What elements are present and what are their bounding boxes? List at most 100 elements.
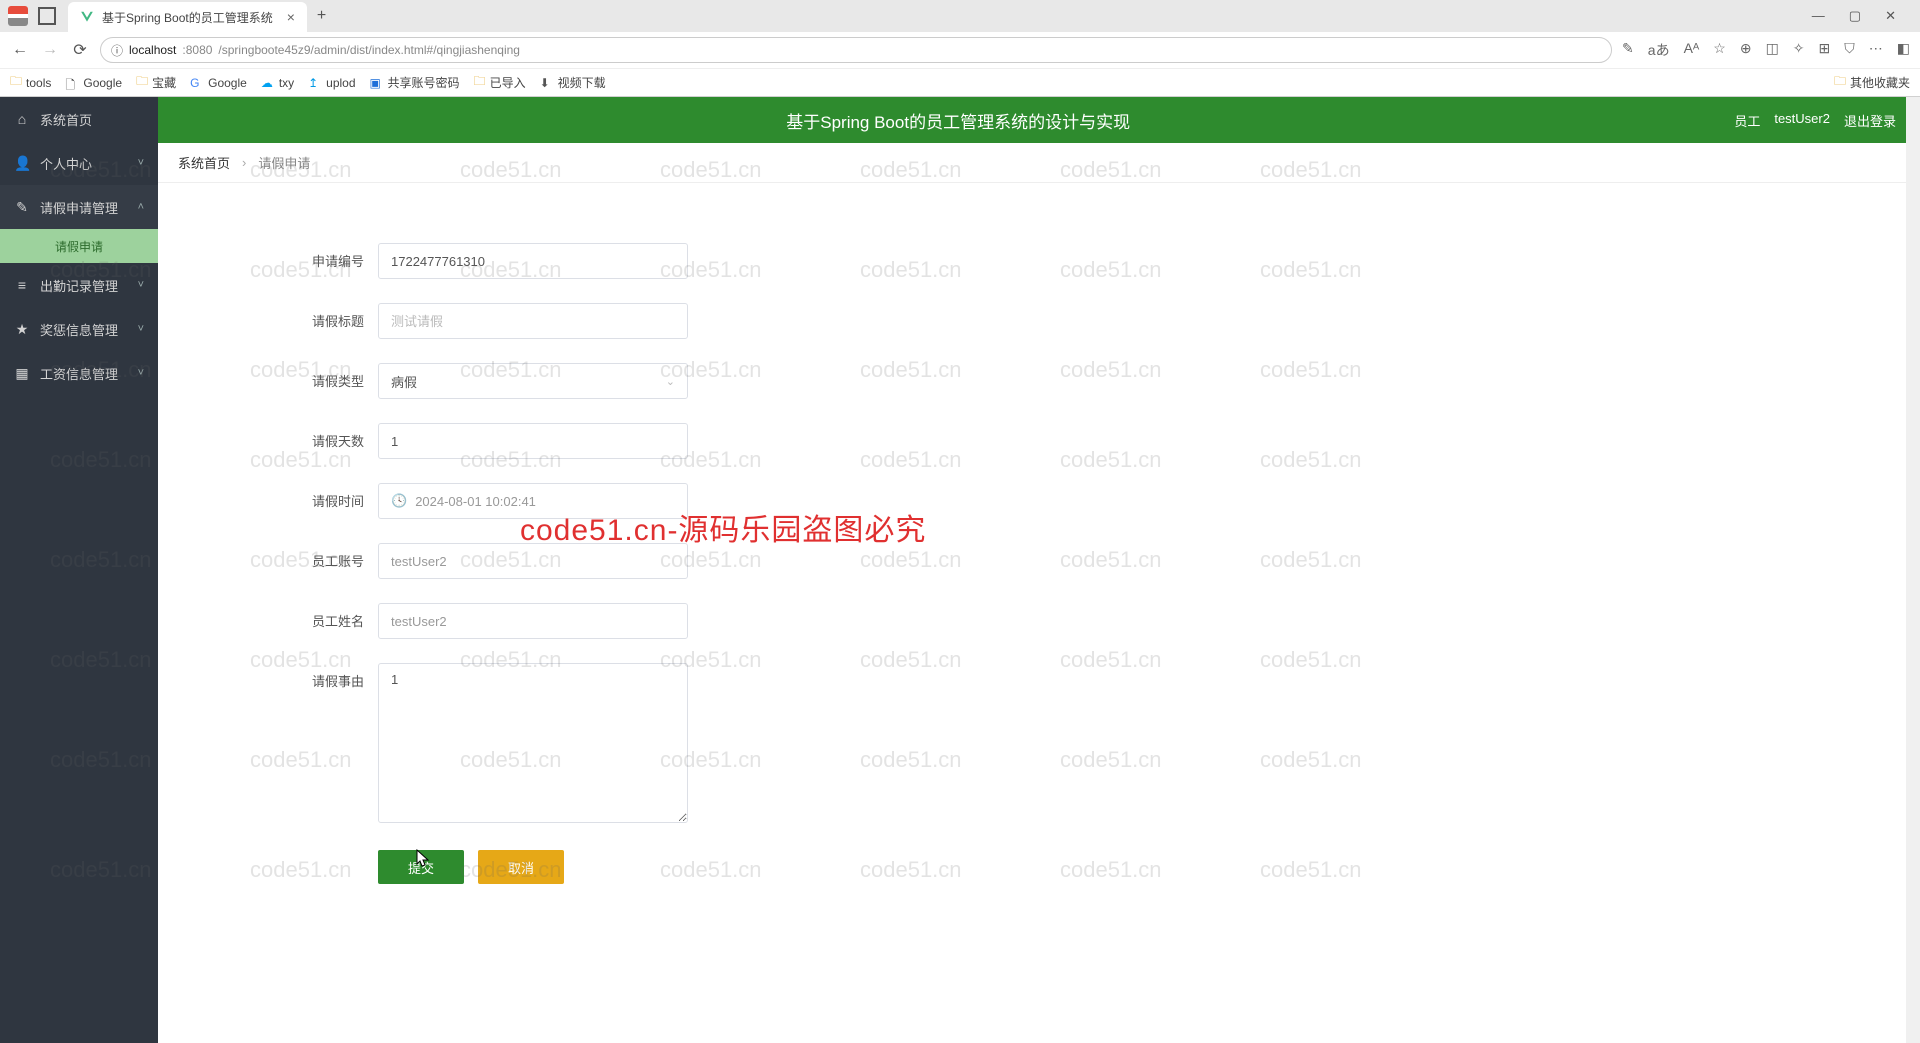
toolbar-icons: ✎ aあ Aᴬ ☆ ⊕ ◫ ✧ ⊞ ⛉ ⋯ ◧ [1622,40,1910,60]
url-host: localhost [129,43,176,57]
split-icon[interactable]: ◫ [1766,40,1779,60]
bookmark-video[interactable]: ⬇视频下载 [540,74,606,91]
app-header: 基于Spring Boot的员工管理系统的设计与实现 员工 testUser2 … [158,97,1920,143]
user-icon: 👤 [14,155,30,172]
logout-link[interactable]: 退出登录 [1844,111,1896,130]
bookmark-baozang[interactable]: 🗀宝藏 [136,72,176,93]
url-input[interactable]: ⓘ localhost:8080/springboote45z9/admin/d… [100,37,1612,63]
sidebar-item-profile[interactable]: 👤 个人中心 ˅ [0,141,158,185]
wand-icon[interactable]: ✎ [1622,40,1634,60]
select-type[interactable]: 病假 ⌄ [378,363,688,399]
label-reason: 请假事由 [298,663,378,690]
cube-icon[interactable]: ⊕ [1740,40,1752,60]
row-request-no: 申请编号 [298,243,1018,279]
app-container: ⌂ 系统首页 👤 个人中心 ˅ ✎ 请假申请管理 ˄ 请假申请 ≡ 出勤记录管理… [0,97,1920,1043]
sidebar-item-salary[interactable]: ▦ 工资信息管理 ˅ [0,351,158,395]
label-time: 请假时间 [298,483,378,510]
folder-icon: 🗀 [10,72,22,93]
input-account[interactable] [378,543,688,579]
sidebar-sub-label: 请假申请 [55,238,103,255]
crumb-current: 请假申请 [258,153,310,172]
extension-icon[interactable]: ⊞ [1819,40,1831,60]
chevron-down-icon: ˅ [138,323,144,335]
new-tab-button[interactable]: + [317,7,326,25]
bookmark-uplod[interactable]: ↥uplod [308,76,355,90]
forward-button[interactable]: → [40,41,60,59]
row-title: 请假标题 [298,303,1018,339]
text-size-icon[interactable]: Aᴬ [1684,40,1700,60]
edit-icon: ✎ [14,199,30,216]
label-title: 请假标题 [298,303,378,330]
page-title: 基于Spring Boot的员工管理系统的设计与实现 [182,108,1734,133]
sidebar-sub-leave-apply[interactable]: 请假申请 [0,229,158,263]
label-account: 员工账号 [298,543,378,570]
bookmark-txy[interactable]: ☁txy [261,76,294,90]
tab-overview-icon[interactable] [38,7,56,25]
input-request-no[interactable] [378,243,688,279]
sidebar-item-attendance[interactable]: ≡ 出勤记录管理 ˅ [0,263,158,307]
header-user: 员工 testUser2 退出登录 [1734,111,1896,130]
label-days: 请假天数 [298,423,378,450]
sidebar-icon[interactable]: ◧ [1897,40,1910,60]
scrollbar[interactable] [1906,97,1920,1043]
breadcrumb: 系统首页 › 请假申请 [158,143,1920,183]
url-port: :8080 [182,43,212,57]
input-title[interactable] [378,303,688,339]
back-button[interactable]: ← [10,41,30,59]
leave-form: 申请编号 请假标题 请假类型 病假⌄ 请假天数 请假时间 🕓2024 [298,243,1018,884]
crumb-home[interactable]: 系统首页 [178,153,230,172]
chevron-up-icon: ˄ [138,201,144,213]
bookmark-google2[interactable]: GGoogle [190,76,247,90]
sidebar-item-label: 请假申请管理 [40,198,118,217]
bookmark-other[interactable]: 🗀其他收藏夹 [1834,72,1910,93]
minimize-icon[interactable]: — [1812,8,1825,24]
input-time[interactable]: 🕓2024-08-01 10:02:41 [378,483,688,519]
folder-icon: 🗀 [474,72,486,93]
shield-icon[interactable]: ⛉ [1844,40,1855,60]
row-reason: 请假事由 [298,663,1018,826]
google-icon: G [190,76,204,90]
chevron-down-icon: ˅ [138,279,144,291]
bookmark-import[interactable]: 🗀已导入 [474,72,526,93]
profile-icon[interactable] [8,6,28,26]
bookmark-tools[interactable]: 🗀tools [10,72,51,93]
translate-icon[interactable]: aあ [1648,40,1670,60]
bookmark-share[interactable]: ▣共享账号密码 [370,74,460,91]
favorite-icon[interactable]: ☆ [1713,40,1726,60]
input-days[interactable] [378,423,688,459]
maximize-icon[interactable]: ▢ [1849,8,1861,24]
sidebar-item-home[interactable]: ⌂ 系统首页 [0,97,158,141]
main-panel: 基于Spring Boot的员工管理系统的设计与实现 员工 testUser2 … [158,97,1920,1043]
content-area: 申请编号 请假标题 请假类型 病假⌄ 请假天数 请假时间 🕓2024 [158,183,1920,1043]
page-icon: 🗋 [65,76,79,90]
input-name[interactable] [378,603,688,639]
sidebar-item-leave[interactable]: ✎ 请假申请管理 ˄ [0,185,158,229]
submit-button[interactable]: 提交 [378,850,464,884]
browser-tab[interactable]: 基于Spring Boot的员工管理系统 × [68,2,307,32]
textarea-reason[interactable] [378,663,688,823]
sidebar-item-label: 奖惩信息管理 [40,320,118,339]
collections-icon[interactable]: ✧ [1793,40,1805,60]
user-role: 员工 [1734,111,1760,130]
close-icon[interactable]: × [287,9,295,25]
chevron-right-icon: › [242,155,246,170]
chevron-down-icon: ⌄ [666,375,675,388]
cancel-button[interactable]: 取消 [478,850,564,884]
key-icon: ▣ [370,76,384,90]
bookmark-google[interactable]: 🗋Google [65,76,122,90]
home-icon: ⌂ [14,111,30,127]
more-icon[interactable]: ⋯ [1869,40,1883,60]
row-account: 员工账号 [298,543,1018,579]
refresh-button[interactable]: ⟳ [70,40,90,60]
sidebar-item-label: 系统首页 [40,110,92,129]
row-days: 请假天数 [298,423,1018,459]
browser-chrome: 基于Spring Boot的员工管理系统 × + — ▢ ✕ ← → ⟳ ⓘ l… [0,0,1920,97]
select-value: 病假 [391,372,417,391]
clock-icon: 🕓 [391,493,407,509]
sidebar-item-label: 个人中心 [40,154,92,173]
address-bar: ← → ⟳ ⓘ localhost:8080/springboote45z9/a… [0,32,1920,68]
tab-bar: 基于Spring Boot的员工管理系统 × + — ▢ ✕ [0,0,1920,32]
sidebar-item-reward[interactable]: ★ 奖惩信息管理 ˅ [0,307,158,351]
close-window-icon[interactable]: ✕ [1885,8,1896,24]
window-controls: — ▢ ✕ [1812,8,1912,24]
